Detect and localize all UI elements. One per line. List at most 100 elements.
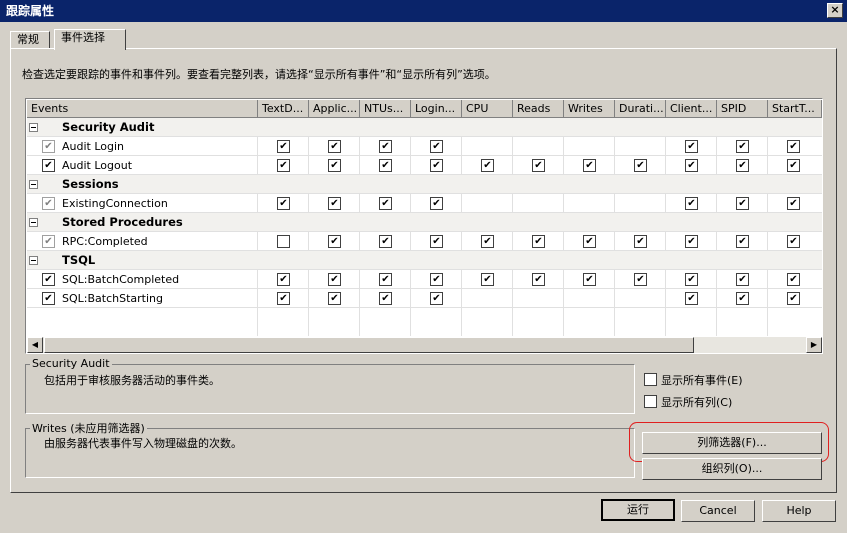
column-checkbox[interactable]: ✔ [583,273,596,286]
column-header[interactable]: Applic... [309,100,360,118]
tab-events-selection[interactable]: 事件选择 [54,29,126,50]
column-checkbox[interactable]: ✔ [736,273,749,286]
column-checkbox[interactable]: ✔ [685,197,698,210]
event-row[interactable]: ✔ Audit Logout ✔ ✔ ✔ ✔ ✔ ✔ ✔ ✔ ✔ ✔ ✔ [27,156,822,175]
column-checkbox[interactable]: ✔ [634,235,647,248]
column-checkbox[interactable]: ✔ [481,159,494,172]
column-checkbox[interactable]: ✔ [379,140,392,153]
category-row[interactable]: Security Audit [27,118,822,137]
column-checkbox[interactable]: ✔ [328,140,341,153]
column-checkbox[interactable]: ✔ [583,235,596,248]
column-header[interactable]: StartT... [768,100,822,118]
column-checkbox[interactable]: ✔ [685,273,698,286]
event-checkbox[interactable]: ✔ [42,235,55,248]
column-checkbox[interactable]: ✔ [430,292,443,305]
column-checkbox[interactable]: ✔ [787,197,800,210]
column-checkbox[interactable]: ✔ [379,197,392,210]
event-row[interactable]: ✔ SQL:BatchStarting ✔ ✔ ✔ ✔ ✔ ✔ ✔ [27,289,822,308]
column-checkbox[interactable]: ✔ [277,292,290,305]
scroll-left-button[interactable]: ◀ [27,337,43,353]
event-row[interactable]: ✔ ExistingConnection ✔ ✔ ✔ ✔ ✔ ✔ ✔ [27,194,822,213]
column-checkbox[interactable]: ✔ [379,235,392,248]
column-checkbox[interactable] [277,235,290,248]
column-checkbox[interactable]: ✔ [328,197,341,210]
column-checkbox[interactable]: ✔ [277,159,290,172]
column-header[interactable]: Writes [564,100,615,118]
category-row[interactable]: Stored Procedures [27,213,822,232]
help-button[interactable]: Help [762,500,836,522]
column-checkbox[interactable]: ✔ [685,292,698,305]
column-checkbox[interactable]: ✔ [430,159,443,172]
column-checkbox[interactable]: ✔ [277,273,290,286]
event-row[interactable]: ✔ SQL:BatchCompleted ✔ ✔ ✔ ✔ ✔ ✔ ✔ ✔ ✔ ✔ ✔ [27,270,822,289]
event-checkbox[interactable]: ✔ [42,140,55,153]
column-checkbox[interactable]: ✔ [736,159,749,172]
column-checkbox[interactable]: ✔ [481,235,494,248]
category-row[interactable]: Sessions [27,175,822,194]
event-checkbox[interactable]: ✔ [42,292,55,305]
category-row[interactable]: TSQL [27,251,822,270]
column-header[interactable]: TextD... [258,100,309,118]
column-header[interactable]: Durati... [615,100,666,118]
cancel-button[interactable]: Cancel [681,500,755,522]
column-checkbox[interactable]: ✔ [532,235,545,248]
column-header[interactable]: CPU [462,100,513,118]
horizontal-scrollbar[interactable]: ◀ ▶ [27,337,822,353]
column-checkbox[interactable]: ✔ [634,273,647,286]
event-checkbox[interactable]: ✔ [42,159,55,172]
column-header[interactable]: Events [27,100,258,118]
column-checkbox[interactable]: ✔ [736,197,749,210]
column-checkbox[interactable]: ✔ [787,273,800,286]
column-checkbox[interactable]: ✔ [430,197,443,210]
column-checkbox[interactable]: ✔ [736,140,749,153]
column-filters-button[interactable]: 列筛选器(F)... [642,432,822,454]
column-header[interactable]: Reads [513,100,564,118]
event-checkbox[interactable]: ✔ [42,197,55,210]
column-checkbox[interactable]: ✔ [787,140,800,153]
show-all-columns-checkbox[interactable] [644,395,657,408]
scroll-thumb[interactable] [44,337,694,353]
column-header[interactable]: NTUs... [360,100,411,118]
column-checkbox[interactable]: ✔ [736,235,749,248]
column-checkbox[interactable]: ✔ [379,292,392,305]
column-checkbox[interactable]: ✔ [328,235,341,248]
column-checkbox[interactable]: ✔ [685,235,698,248]
column-checkbox[interactable]: ✔ [685,140,698,153]
column-checkbox[interactable]: ✔ [634,159,647,172]
column-checkbox[interactable]: ✔ [481,273,494,286]
column-checkbox[interactable]: ✔ [277,140,290,153]
scroll-right-button[interactable]: ▶ [806,337,822,353]
organize-columns-button[interactable]: 组织列(O)... [642,458,822,480]
collapse-icon[interactable] [29,180,38,189]
column-checkbox[interactable]: ✔ [532,159,545,172]
collapse-icon[interactable] [29,218,38,227]
column-checkbox[interactable]: ✔ [685,159,698,172]
close-button[interactable]: × [827,3,843,18]
column-checkbox[interactable]: ✔ [532,273,545,286]
column-checkbox[interactable]: ✔ [583,159,596,172]
column-checkbox[interactable]: ✔ [787,235,800,248]
tab-general[interactable]: 常规 [10,31,50,49]
column-checkbox[interactable]: ✔ [379,273,392,286]
column-header[interactable]: Client... [666,100,717,118]
column-header[interactable]: SPID [717,100,768,118]
collapse-icon[interactable] [29,256,38,265]
column-header[interactable]: Login... [411,100,462,118]
column-checkbox[interactable]: ✔ [379,159,392,172]
event-checkbox[interactable]: ✔ [42,273,55,286]
run-button[interactable]: 运行 [601,499,675,521]
column-checkbox[interactable]: ✔ [787,292,800,305]
show-all-events-checkbox[interactable] [644,373,657,386]
event-row[interactable]: ✔ Audit Login ✔ ✔ ✔ ✔ ✔ ✔ ✔ [27,137,822,156]
column-checkbox[interactable]: ✔ [328,159,341,172]
event-row[interactable]: ✔ RPC:Completed ✔ ✔ ✔ ✔ ✔ ✔ ✔ ✔ ✔ ✔ [27,232,822,251]
column-checkbox[interactable]: ✔ [328,292,341,305]
column-checkbox[interactable]: ✔ [328,273,341,286]
column-checkbox[interactable]: ✔ [430,235,443,248]
column-checkbox[interactable]: ✔ [787,159,800,172]
column-checkbox[interactable]: ✔ [430,273,443,286]
collapse-icon[interactable] [29,123,38,132]
column-checkbox[interactable]: ✔ [430,140,443,153]
column-checkbox[interactable]: ✔ [277,197,290,210]
column-checkbox[interactable]: ✔ [736,292,749,305]
